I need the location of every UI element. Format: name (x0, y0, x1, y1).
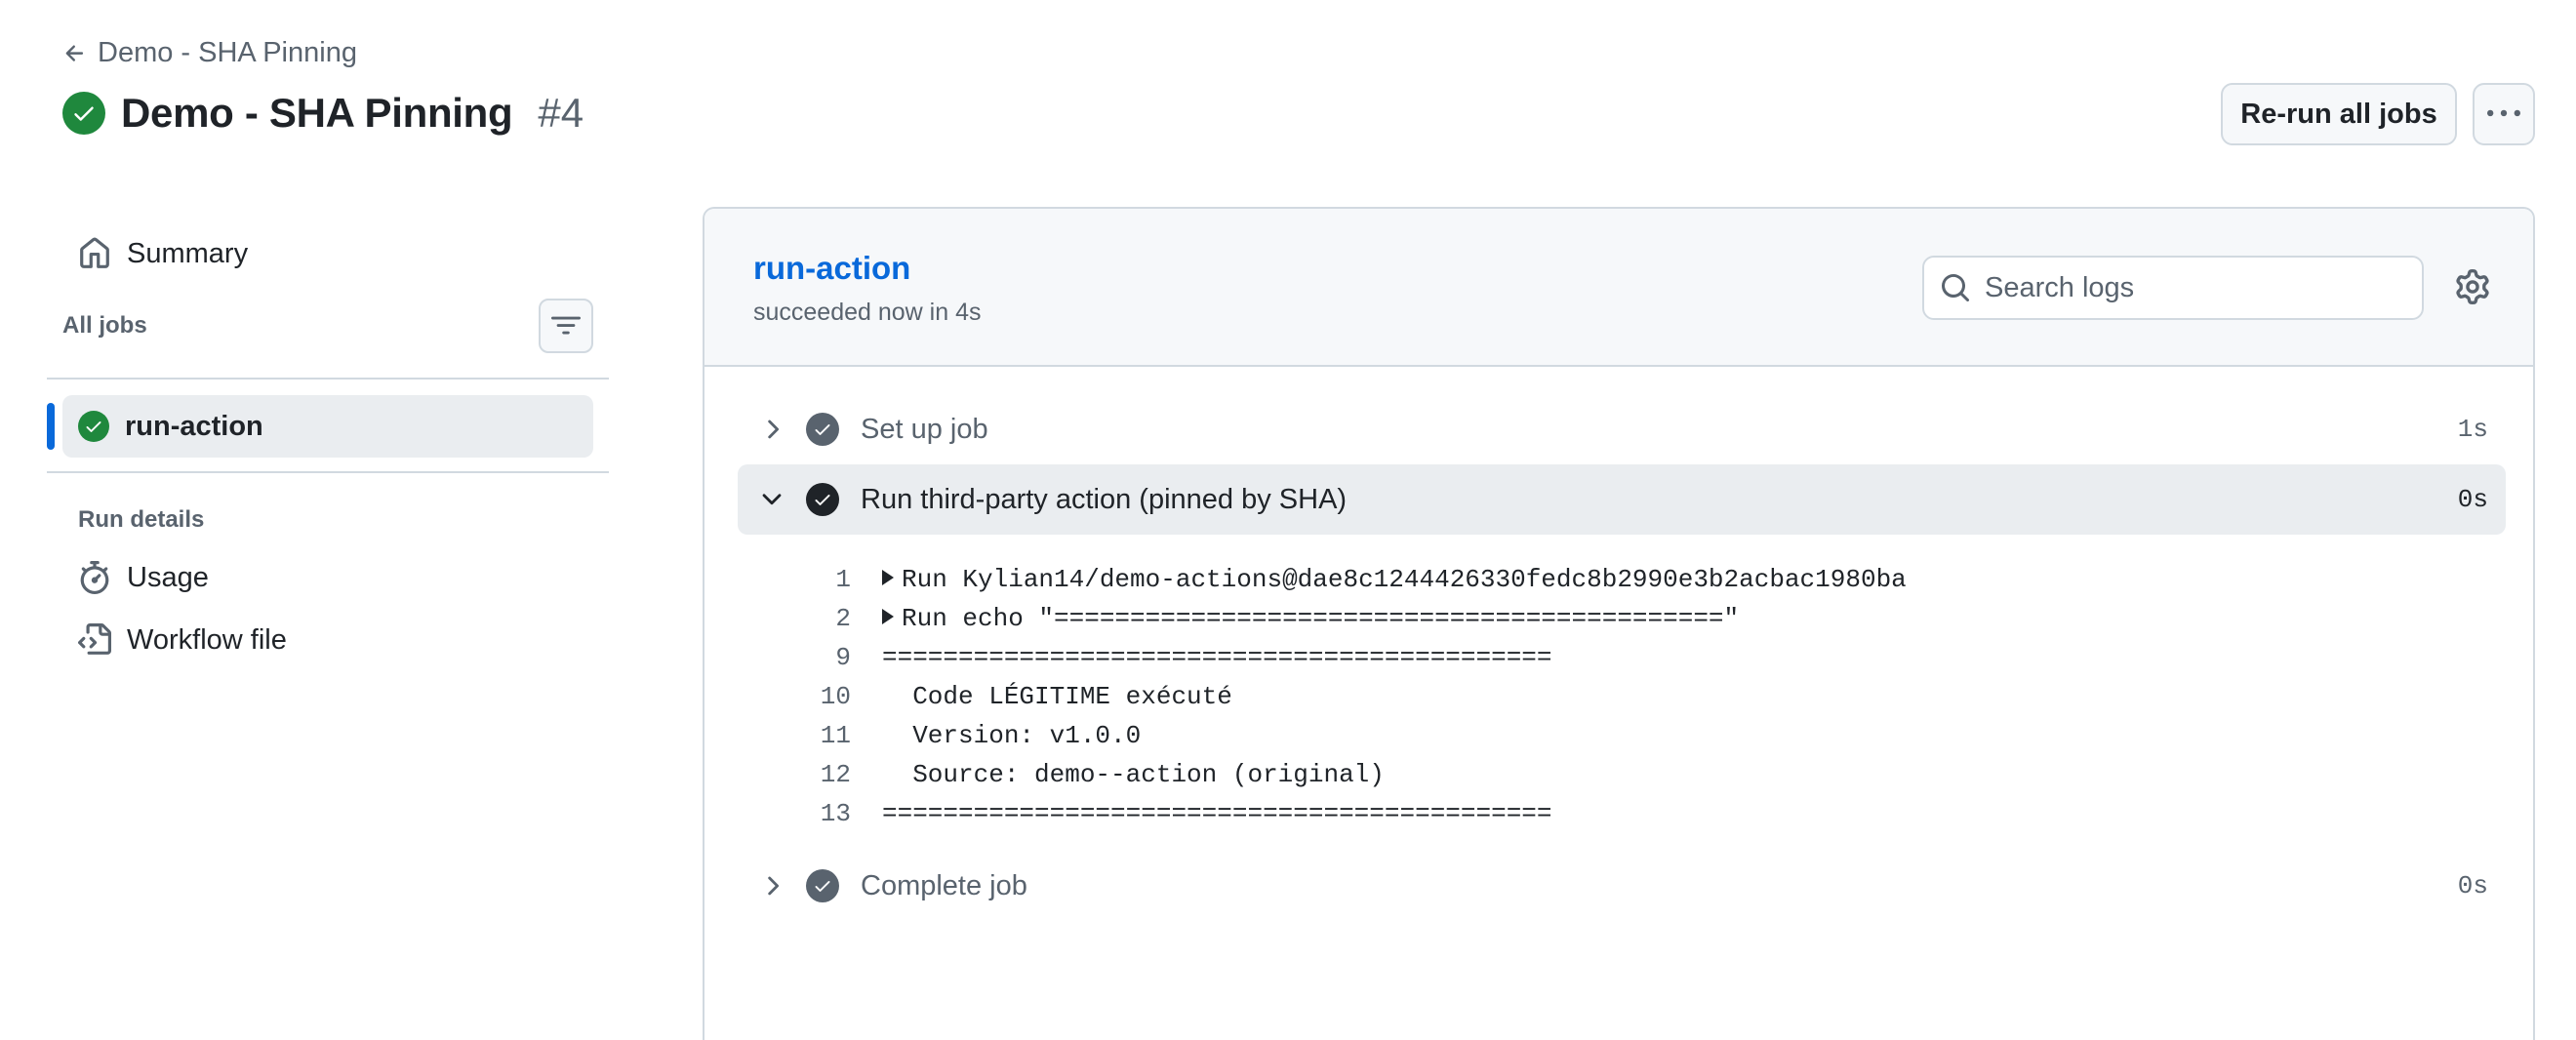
success-check-icon (78, 411, 109, 442)
log-line-text: Code LÉGITIME exécuté (882, 682, 1232, 711)
chevron-down-icon (762, 494, 782, 505)
step-run-third-party-action[interactable]: Run third-party action (pinned by SHA) 0… (738, 464, 2506, 535)
sidebar-item-summary[interactable]: Summary (78, 237, 248, 270)
file-code-icon (78, 623, 111, 655)
log-line-number[interactable]: 1 (738, 565, 851, 594)
log-line[interactable]: 13 =====================================… (738, 794, 2506, 833)
log-line-text: Run Kylian14/demo-actions@dae8c124442633… (902, 565, 1907, 594)
run-number: #4 (538, 90, 584, 136)
step-success-icon (806, 483, 839, 516)
log-line-number[interactable]: 10 (738, 682, 851, 711)
step-set-up-job[interactable]: Set up job 1s (738, 394, 2506, 464)
search-logs-input[interactable] (1985, 271, 2395, 304)
active-job-indicator (47, 403, 55, 450)
sidebar-item-label: Summary (127, 237, 249, 269)
log-line[interactable]: 12 Source: demo--action (original) (738, 755, 2506, 794)
page-title-row: Demo - SHA Pinning #4 (62, 90, 584, 137)
gear-icon[interactable] (2455, 269, 2490, 304)
sidebar-divider (47, 378, 609, 380)
job-title-link[interactable]: run-action (753, 250, 910, 287)
step-name: Complete job (861, 869, 1027, 901)
home-icon (80, 237, 109, 268)
chevron-right-icon (768, 420, 780, 439)
expand-triangle-icon[interactable] (882, 609, 894, 625)
log-line-text: Source: demo--action (original) (882, 760, 1385, 789)
log-line-number[interactable]: 12 (738, 760, 851, 789)
filter-button[interactable] (539, 299, 593, 353)
run-details-heading: Run details (78, 506, 205, 533)
more-options-button[interactable] (2473, 83, 2535, 145)
step-success-icon (806, 869, 839, 902)
job-log-panel: run-action succeeded now in 4s Set up jo… (703, 207, 2535, 1040)
expand-triangle-icon[interactable] (882, 570, 894, 586)
stopwatch-icon (80, 561, 109, 594)
sidebar-item-label: Usage (127, 561, 209, 593)
job-label: run-action (125, 410, 263, 442)
job-panel-header: run-action succeeded now in 4s (704, 209, 2533, 367)
log-line[interactable]: 2 Run echo "============================… (738, 599, 2506, 638)
kebab-horizontal-icon (2487, 109, 2520, 117)
log-line[interactable]: 1 Run Kylian14/demo-actions@dae8c1244426… (738, 560, 2506, 599)
step-complete-job[interactable]: Complete job 0s (738, 851, 2506, 921)
sidebar-divider (47, 471, 609, 473)
step-name: Set up job (861, 413, 988, 445)
log-line-number[interactable]: 2 (738, 604, 851, 633)
log-line-text: Run echo "==============================… (902, 604, 1740, 633)
step-duration: 1s (2457, 415, 2488, 444)
log-line-number[interactable]: 11 (738, 721, 851, 750)
log-line[interactable]: 10 Code LÉGITIME exécuté (738, 677, 2506, 716)
step-duration: 0s (2457, 871, 2488, 900)
step-log: 1 Run Kylian14/demo-actions@dae8c1244426… (738, 560, 2506, 833)
page-title: Demo - SHA Pinning (121, 90, 513, 136)
search-logs-field[interactable] (1922, 256, 2424, 320)
log-line-text: Version: v1.0.0 (882, 721, 1142, 750)
back-link-label: Demo - SHA Pinning (98, 37, 357, 68)
log-line-text: ========================================… (882, 799, 1552, 828)
step-success-icon (806, 413, 839, 446)
log-line[interactable]: 11 Version: v1.0.0 (738, 716, 2506, 755)
all-jobs-heading: All jobs (62, 312, 147, 339)
step-duration: 0s (2457, 485, 2488, 514)
log-line[interactable]: 9 ======================================… (738, 638, 2506, 677)
back-link[interactable]: Demo - SHA Pinning (62, 37, 357, 69)
success-check-icon (62, 92, 105, 135)
sidebar-item-workflow-file[interactable]: Workflow file (78, 623, 287, 657)
sidebar-item-label: Workflow file (127, 623, 287, 656)
job-status-text: succeeded now in 4s (753, 299, 982, 326)
arrow-left-icon (65, 44, 84, 61)
sidebar-item-run-action[interactable]: run-action (62, 395, 593, 458)
rerun-all-jobs-button[interactable]: Re-run all jobs (2221, 83, 2457, 145)
search-icon (1942, 274, 1970, 302)
chevron-right-icon (768, 876, 780, 896)
sidebar-item-usage[interactable]: Usage (78, 561, 209, 594)
log-line-number[interactable]: 9 (738, 643, 851, 672)
step-name: Run third-party action (pinned by SHA) (861, 483, 1348, 515)
log-line-number[interactable]: 13 (738, 799, 851, 828)
filter-icon (551, 316, 581, 335)
log-line-text: ========================================… (882, 643, 1552, 672)
